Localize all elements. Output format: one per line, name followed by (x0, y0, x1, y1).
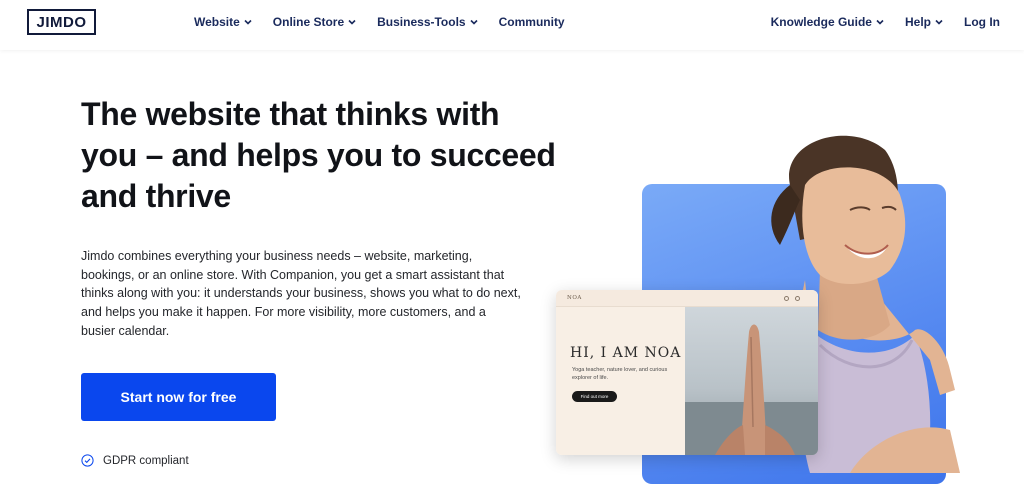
nav-knowledge-guide-label: Knowledge Guide (770, 15, 872, 29)
preview-photo (685, 307, 818, 455)
hero-description: Jimdo combines everything your business … (81, 249, 521, 338)
nav-website-label: Website (194, 15, 240, 29)
nav-knowledge-guide[interactable]: Knowledge Guide (771, 14, 885, 30)
prayer-hands-image (685, 324, 818, 455)
nav-log-in[interactable]: Log In (964, 14, 1000, 30)
nav-community[interactable]: Community (499, 14, 565, 30)
gdpr-label: GDPR compliant (103, 454, 189, 467)
menu-icon (795, 296, 800, 301)
preview-browser-bar: NOA (556, 290, 818, 307)
nav-online-store[interactable]: Online Store (273, 14, 357, 30)
nav-website[interactable]: Website (194, 14, 253, 30)
top-navigation: JIMDO Website Online Store Business-Tool… (0, 0, 1024, 50)
nav-log-in-label: Log In (964, 15, 1000, 29)
chevron-down-icon (469, 17, 479, 27)
search-icon (784, 296, 789, 301)
preview-title: HI, I AM NOA (570, 345, 682, 361)
check-circle-icon (81, 454, 94, 467)
chevron-down-icon (934, 17, 944, 27)
nav-community-label: Community (498, 15, 565, 29)
start-now-button[interactable]: Start now for free (81, 373, 276, 421)
preview-brand: NOA (567, 295, 582, 301)
website-preview-card: NOA HI, I AM NOA Yoga teacher, nature lo… (556, 290, 818, 455)
jimdo-logo[interactable]: JIMDO (27, 9, 96, 35)
chevron-down-icon (875, 17, 885, 27)
primary-nav: Website Online Store Business-Tools Comm… (194, 14, 585, 30)
nav-business-tools[interactable]: Business-Tools (377, 14, 478, 30)
secondary-nav: Knowledge Guide Help Log In (771, 14, 1000, 30)
nav-help[interactable]: Help (905, 14, 944, 30)
preview-subtitle: Yoga teacher, nature lover, and curious … (572, 367, 668, 381)
preview-find-out-button: Find out more (572, 391, 617, 402)
hero-headline: The website that thinks with you – and h… (81, 96, 556, 214)
nav-business-tools-label: Business-Tools (377, 15, 466, 29)
chevron-down-icon (347, 17, 357, 27)
chevron-down-icon (243, 17, 253, 27)
gdpr-badge: GDPR compliant (81, 454, 189, 467)
preview-text-panel: HI, I AM NOA Yoga teacher, nature lover,… (556, 307, 685, 455)
nav-online-store-label: Online Store (272, 15, 345, 29)
nav-help-label: Help (904, 15, 931, 29)
